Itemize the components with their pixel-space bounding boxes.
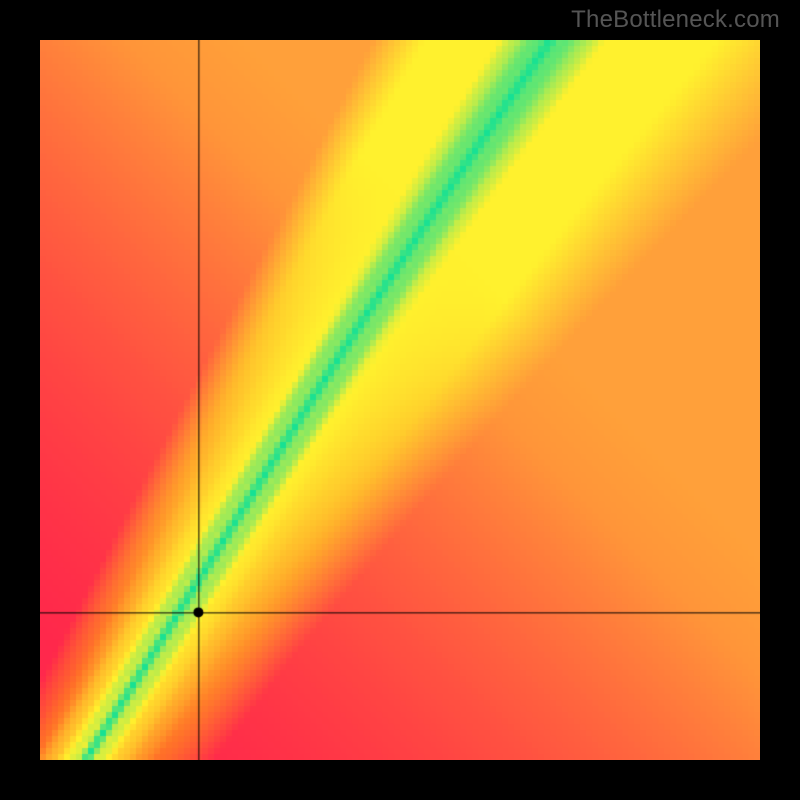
heatmap-canvas: [40, 40, 760, 760]
watermark-text: TheBottleneck.com: [571, 6, 780, 34]
chart-stage: TheBottleneck.com: [0, 0, 800, 800]
